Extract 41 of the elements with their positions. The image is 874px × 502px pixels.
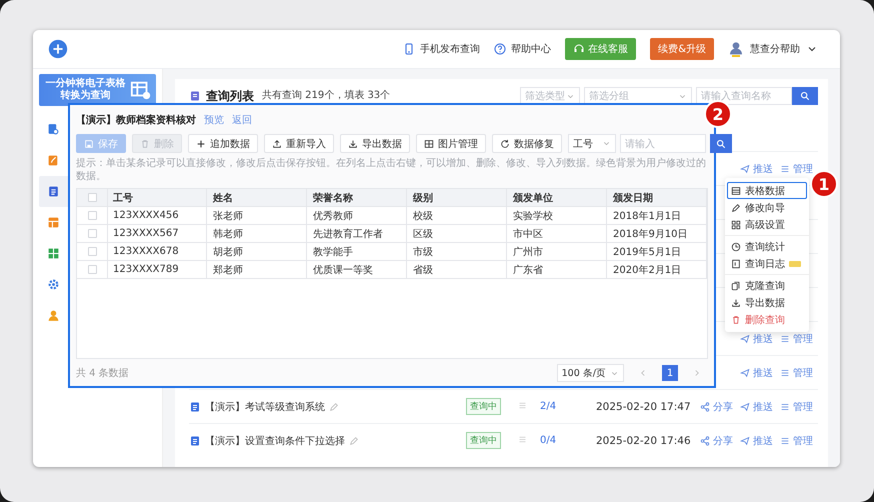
list-summary: 共有查询 219个，填表 33个 xyxy=(262,88,390,103)
table-cell: 2020年2月1日 xyxy=(607,261,707,278)
table-cell: 省级 xyxy=(407,261,507,278)
table-cell: 郑老师 xyxy=(207,261,307,278)
table-cell: 2018年1月1日 xyxy=(607,207,707,224)
date-text: 2025-02-20 17:46 xyxy=(596,434,692,446)
banner-text: 一分钟将电子表格 xyxy=(46,78,126,90)
table-cell: 先进教育工作者 xyxy=(307,225,407,242)
table-cell: 校级 xyxy=(407,207,507,224)
table-cell: 2019年5月1日 xyxy=(607,243,707,260)
status-tag: 查询中 xyxy=(466,398,501,415)
column-header: 颁发日期 xyxy=(607,189,707,206)
table-cell: 123XXXX789 xyxy=(107,261,207,278)
column-header: 级别 xyxy=(407,189,507,206)
table-cell: 市中区 xyxy=(507,225,607,242)
date-text: 2025-02-20 17:47 xyxy=(596,400,692,412)
table-cell: 123XXXX456 xyxy=(107,207,207,224)
status-tag: 查询中 xyxy=(466,432,501,449)
table-cell: 市级 xyxy=(407,243,507,260)
table-cell: 优秀教师 xyxy=(307,207,407,224)
column-header: 荣誉名称 xyxy=(307,189,407,206)
dialog-title: 【演示】教师档案资料核对 xyxy=(76,113,196,127)
column-header: 姓名 xyxy=(207,189,307,206)
hint-text: 提示：单击某条记录可以直接修改，修改后点击保存按钮。在列名上点击右键，可以增加、删除、修改、导入列数据。绿色背景为用户修改过的数据。 xyxy=(76,158,707,183)
table-cell: 广州市 xyxy=(507,243,607,260)
table-cell: 教学能手 xyxy=(307,243,407,260)
record-count: 共 4 条数据 xyxy=(76,366,129,380)
banner-text: 转换为查询 xyxy=(60,90,110,102)
table-cell: 广东省 xyxy=(507,261,607,278)
table-cell: 韩老师 xyxy=(207,225,307,242)
table-cell: 区级 xyxy=(407,225,507,242)
table-cell: 胡老师 xyxy=(207,243,307,260)
column-header: 工号 xyxy=(107,189,207,206)
table-cell: 张老师 xyxy=(207,207,307,224)
table-cell: 优质课一等奖 xyxy=(307,261,407,278)
table-cell: 123XXXX567 xyxy=(107,225,207,242)
table-cell: 2018年9月10日 xyxy=(607,225,707,242)
table-cell: 实验学校 xyxy=(507,207,607,224)
column-header: 颁发单位 xyxy=(507,189,607,206)
list-title: 查询列表 xyxy=(206,88,254,105)
table-cell: 123XXXX678 xyxy=(107,243,207,260)
